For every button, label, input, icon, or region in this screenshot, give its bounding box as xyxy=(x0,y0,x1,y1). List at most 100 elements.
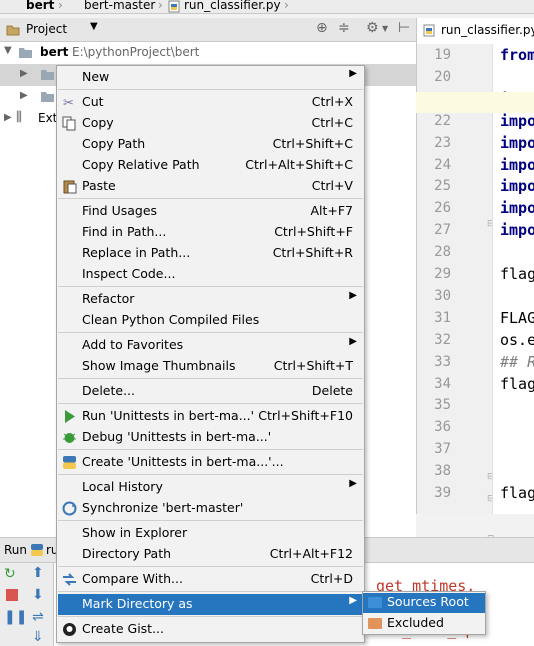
project-panel-title[interactable]: Project xyxy=(26,22,67,36)
code-line: ## R xyxy=(500,352,534,371)
menu-item-label: Synchronize 'bert-master' xyxy=(82,500,244,515)
copy-icon xyxy=(62,116,76,131)
menu-item-copy[interactable]: Copy Ctrl+C xyxy=(58,113,363,134)
hide-icon[interactable]: ⊢ xyxy=(398,20,410,36)
menu-item-create-gist[interactable]: Create Gist... xyxy=(58,619,363,640)
scissors-icon: ✂ xyxy=(63,96,74,110)
gear-dropdown-icon[interactable]: ▼ xyxy=(382,24,388,33)
locate-icon[interactable]: ⊕ xyxy=(316,20,328,36)
submenu-item-sources-root[interactable]: Sources Root xyxy=(363,593,485,613)
run-toolbar: ↻ ⬆ ⬇ ❚❚ ⇌ ⇓ xyxy=(0,563,54,646)
submenu-item-excluded[interactable]: Excluded xyxy=(363,614,485,634)
arrow-down-icon[interactable]: ⬇ xyxy=(32,587,44,603)
menu-item-mark-directory-as[interactable]: Mark Directory as ▶ xyxy=(58,594,363,615)
line-number: 28 xyxy=(434,244,451,261)
folder-icon xyxy=(368,597,382,608)
line-number: 23 xyxy=(434,134,451,151)
menu-item-shortcut: Ctrl+Alt+F12 xyxy=(269,546,353,561)
menu-item-shortcut: Ctrl+C xyxy=(311,115,353,130)
menu-item-clean-python-compiled-files[interactable]: Clean Python Compiled Files xyxy=(58,310,363,331)
expand-down-icon[interactable]: ▼ xyxy=(4,45,12,56)
menu-item-label: Delete... xyxy=(82,383,135,398)
menu-item-copy-path[interactable]: Copy Path Ctrl+Shift+C xyxy=(58,134,363,155)
scroll-end-icon[interactable]: ⇓ xyxy=(32,629,44,645)
menu-item-compare-with[interactable]: Compare With... Ctrl+D xyxy=(58,569,363,590)
tree-item-root[interactable]: ▼ bert E:\pythonProject\bert xyxy=(0,42,416,64)
editor-tab[interactable]: run_classifier.py xyxy=(417,18,534,44)
menu-item-cut[interactable]: ✂ Cut Ctrl+X xyxy=(58,92,363,113)
menu-item-show-image-thumbnails[interactable]: Show Image Thumbnails Ctrl+Shift+T xyxy=(58,356,363,377)
collapse-icon[interactable]: ≑ xyxy=(338,20,350,36)
menu-item-find-in-path[interactable]: Find in Path... Ctrl+Shift+F xyxy=(58,222,363,243)
breadcrumb-file[interactable]: run_classifier.py xyxy=(184,0,281,12)
wrap-icon[interactable]: ⇌ xyxy=(32,609,44,625)
stop-icon[interactable] xyxy=(6,589,18,601)
line-number: 34 xyxy=(434,375,451,392)
menu-item-copy-relative-path[interactable]: Copy Relative Path Ctrl+Alt+Shift+C xyxy=(58,155,363,176)
menu-item-find-usages[interactable]: Find Usages Alt+F7 xyxy=(58,201,363,222)
menu-item-run-unittests-in-bert-ma[interactable]: Run 'Unittests in bert-ma...' Ctrl+Shift+… xyxy=(58,406,363,427)
menu-item-label: Find in Path... xyxy=(82,224,167,239)
code-line: from xyxy=(500,46,534,64)
menu-item-replace-in-path[interactable]: Replace in Path... Ctrl+Shift+R xyxy=(58,243,363,264)
menu-item-add-to-favorites[interactable]: Add to Favorites ▶ xyxy=(58,335,363,356)
menu-item-show-in-explorer[interactable]: Show in Explorer xyxy=(58,523,363,544)
menu-item-local-history[interactable]: Local History ▶ xyxy=(58,477,363,498)
mark-directory-submenu: Sources Root Excluded xyxy=(362,591,486,635)
menu-item-label: Directory Path xyxy=(82,546,172,561)
project-panel-header: Project ▼ ⊕ ≑ ⚙ ▼ ⊢ xyxy=(0,18,416,42)
menu-item-label: Debug 'Unittests in bert-ma...' xyxy=(82,429,272,444)
gear-icon[interactable]: ⚙ xyxy=(366,20,379,36)
sync-icon xyxy=(62,501,77,516)
arrow-up-icon[interactable]: ⬆ xyxy=(32,565,44,581)
svg-text:✂: ✂ xyxy=(63,96,74,110)
expand-right-icon[interactable]: ▶ xyxy=(20,90,28,101)
menu-item-delete[interactable]: Delete... Delete xyxy=(58,381,363,402)
menu-item-label: Clean Python Compiled Files xyxy=(82,312,260,327)
menu-item-shortcut: Ctrl+Shift+C xyxy=(272,136,353,151)
context-menu: New ▶ ✂ Cut Ctrl+X Copy Ctrl+C Copy Path Ctrl+Sh… xyxy=(56,65,365,643)
menu-item-label: Run 'Unittests in bert-ma...' xyxy=(82,408,255,423)
editor-gutter: 1920212223242526272829303132333435363738… xyxy=(416,44,495,544)
menu-separator xyxy=(58,332,363,333)
python-icon xyxy=(63,456,76,469)
line-number: 33 xyxy=(434,353,451,370)
menu-item-paste[interactable]: Paste Ctrl+V xyxy=(58,176,363,197)
breadcrumb-folder[interactable]: bert-master xyxy=(84,0,155,12)
menu-separator xyxy=(58,474,363,475)
menu-item-create-unittests-in-bert-ma[interactable]: Create 'Unittests in bert-ma...'... xyxy=(58,452,363,473)
code-area[interactable]: fromimpoimpoimpoimpoimpoimpoimpoflagFLAG… xyxy=(492,44,534,514)
code-line: flag xyxy=(500,265,534,283)
breadcrumb: bert › bert-master › run_classifier.py › xyxy=(0,0,534,14)
pause-icon[interactable]: ❚❚ xyxy=(4,609,27,625)
code-line: FLAG xyxy=(500,308,534,327)
line-number: 25 xyxy=(434,178,451,195)
code-line: impo xyxy=(500,111,534,130)
python-icon xyxy=(31,544,43,556)
line-number: 32 xyxy=(434,331,451,348)
menu-item-synchronize-bert-master[interactable]: Synchronize 'bert-master' xyxy=(58,498,363,519)
menu-item-inspect-code[interactable]: Inspect Code... xyxy=(58,264,363,285)
line-number: 37 xyxy=(434,441,451,458)
menu-item-directory-path[interactable]: Directory Path Ctrl+Alt+F12 xyxy=(58,544,363,565)
line-number: 31 xyxy=(434,309,451,326)
folder-icon xyxy=(41,70,54,80)
python-file-icon xyxy=(423,24,435,37)
code-line: impo xyxy=(500,133,534,152)
expand-right-icon[interactable]: ▶ xyxy=(20,68,28,79)
code-line: impo xyxy=(500,155,534,174)
menu-item-new[interactable]: New ▶ xyxy=(58,67,363,88)
menu-separator xyxy=(58,591,363,592)
folder-icon xyxy=(368,618,382,629)
menu-item-shortcut: Delete xyxy=(311,383,353,398)
expand-right-icon[interactable]: ▶ xyxy=(4,112,12,123)
chevron-down-icon[interactable]: ▼ xyxy=(90,21,98,32)
menu-item-shortcut: Ctrl+X xyxy=(311,94,353,109)
submenu-item-label: Excluded xyxy=(387,615,444,630)
submenu-arrow-icon: ▶ xyxy=(349,478,357,489)
line-number: 22 xyxy=(434,112,451,129)
menu-item-debug-unittests-in-bert-ma[interactable]: Debug 'Unittests in bert-ma...' xyxy=(58,427,363,448)
menu-item-refactor[interactable]: Refactor ▶ xyxy=(58,289,363,310)
breadcrumb-project[interactable]: bert xyxy=(26,0,54,12)
rerun-icon[interactable]: ↻ xyxy=(4,566,16,582)
